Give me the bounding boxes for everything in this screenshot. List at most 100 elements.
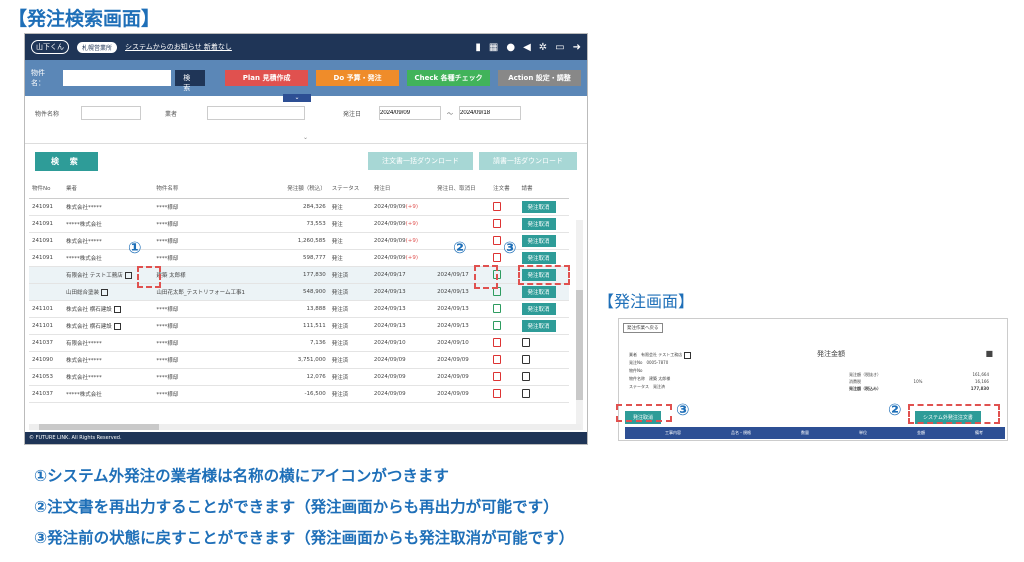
cell-date2: 2024/09/09 <box>434 351 491 369</box>
property-name-input[interactable] <box>81 106 141 120</box>
table-row[interactable]: 241091 *****株式会社 ****様邸 73,553 発注 2024/09/09(… <box>29 215 569 233</box>
plan-tab[interactable]: Plan 見積作成 <box>225 70 309 86</box>
logout-icon[interactable]: ➜ <box>573 42 581 53</box>
pdf-icon[interactable] <box>493 388 502 398</box>
download-requests-button[interactable]: 請書一括ダウンロード <box>479 152 577 170</box>
cancel-order-button[interactable]: 発注取消 <box>521 252 556 264</box>
megaphone-icon[interactable]: ◀ <box>523 42 531 53</box>
app-logo[interactable]: 山下くん <box>31 40 69 54</box>
table-row[interactable]: 241101 株式会社 横石建設 ****様邸 111,511 発注済 2024/09/1… <box>29 317 569 335</box>
external-vendor-icon <box>113 323 121 330</box>
chat-icon[interactable]: ● <box>506 42 515 53</box>
calendar-icon[interactable]: ▦ <box>489 42 498 53</box>
cancel-order-button[interactable]: 発注取消 <box>521 303 556 315</box>
search-button[interactable]: 検 索 <box>35 151 98 171</box>
table-row[interactable]: 241037 *****株式会社 ****様邸 -16,500 発注済 2024/09/0… <box>29 385 569 403</box>
cell-date2-text: 2024/09/17 <box>437 272 469 278</box>
folder-icon[interactable]: ▭ <box>555 42 564 53</box>
pdf-icon[interactable] <box>493 201 502 211</box>
check-tab[interactable]: Check 各種チェック <box>407 70 491 86</box>
user-badge[interactable]: 札幌営業所 <box>77 41 118 53</box>
pdf-icon[interactable] <box>493 252 502 262</box>
cell-no-text: 241101 <box>32 306 53 312</box>
property-search-input[interactable] <box>62 70 172 86</box>
cancel-order-button[interactable]: 発注取消 <box>521 235 556 247</box>
cell-amount: 73,553 <box>272 215 329 233</box>
date-from-input[interactable] <box>379 106 441 120</box>
vendor-input[interactable] <box>207 106 305 120</box>
cell-status-text: 発注 <box>331 239 343 245</box>
hscroll-thumb[interactable] <box>39 424 159 430</box>
cell-amount-text: 13,888 <box>306 306 326 312</box>
back-button[interactable]: 発注作業へ戻る <box>623 323 663 333</box>
cell-date2: 2024/09/13 <box>434 317 491 335</box>
cell-amount: 1,260,585 <box>272 232 329 250</box>
cell-no-text: 241091 <box>32 255 53 261</box>
cell-no-text: 241091 <box>32 238 53 244</box>
cell-vendor-text: 株式会社***** <box>66 358 102 364</box>
pdf-icon[interactable] <box>493 320 502 330</box>
request-doc-icon[interactable] <box>521 354 530 364</box>
cell-no: 241053 <box>29 368 64 386</box>
cell-no-text: 241101 <box>32 323 53 329</box>
marker-2-mini: ② <box>888 400 902 419</box>
cell-vendor: 株式会社***** <box>63 198 154 216</box>
gear-icon[interactable]: ✲ <box>539 42 547 53</box>
chevron-down-icon[interactable]: ⌄ <box>303 134 308 141</box>
amount-ex-value: 161,664 <box>972 372 989 377</box>
action-tab[interactable]: Action 設定・調整 <box>498 70 581 86</box>
cell-amount-text: 1,260,585 <box>297 238 326 244</box>
print-icon[interactable]: ■ <box>985 349 993 358</box>
vertical-scrollbar[interactable] <box>576 220 583 430</box>
cell-amount: 12,076 <box>272 368 329 386</box>
table-row[interactable]: 241037 有限会社***** ****様邸 7,136 発注済 2024/09/10 2… <box>29 334 569 352</box>
cancel-order-button[interactable]: 発注取消 <box>521 286 556 298</box>
cell-date: 2024/09/09(+9) <box>370 232 435 250</box>
cancel-order-button[interactable]: 発注取消 <box>521 201 556 213</box>
pdf-icon[interactable] <box>493 354 502 364</box>
cell-amount-text: 111,511 <box>302 323 326 329</box>
table-header: 物件No 業者 物件名称 発注額（税込） ステータス 発注日 発注日、取消日 注… <box>29 178 569 199</box>
highlight-cancel <box>518 265 570 285</box>
cell-vendor-text: *****株式会社 <box>66 256 102 262</box>
building-icon[interactable]: ▮ <box>475 42 481 53</box>
pdf-icon[interactable] <box>493 371 502 381</box>
table-row[interactable]: 241090 株式会社***** ****様邸 3,751,000 発注済 2024/09… <box>29 351 569 369</box>
cell-status-text: 発注済 <box>331 307 349 313</box>
request-doc-icon[interactable] <box>521 388 530 398</box>
cell-amount-text: 548,900 <box>302 289 326 295</box>
table-row[interactable]: 241091 株式会社***** ****様邸 1,260,585 発注 2024/09/… <box>29 232 569 250</box>
tax-value: 16,166 <box>974 379 989 384</box>
external-vendor-icon <box>684 351 692 359</box>
pdf-icon[interactable] <box>493 337 502 347</box>
order-date: 2024/09/09 <box>373 357 406 363</box>
date-to-input[interactable] <box>459 106 522 120</box>
download-orders-button[interactable]: 注文書一括ダウンロード <box>368 152 473 170</box>
cell-request <box>518 385 569 403</box>
pdf-icon[interactable] <box>493 235 502 245</box>
pdf-icon[interactable] <box>493 303 502 313</box>
cell-date2 <box>434 215 491 233</box>
request-doc-icon[interactable] <box>521 371 530 381</box>
pdf-icon[interactable] <box>493 218 502 228</box>
table-row[interactable]: 241053 株式会社***** ****様邸 12,076 発注済 2024/09/09… <box>29 368 569 386</box>
cell-name: ****様邸 <box>153 334 273 352</box>
top-search-button[interactable]: 検索 <box>175 70 206 92</box>
date-range-tilde: 〜 <box>447 110 454 118</box>
cancel-order-button[interactable]: 発注取消 <box>521 218 556 230</box>
table-row[interactable]: 241091 株式会社***** ****様邸 284,326 発注 2024/09/09… <box>29 198 569 216</box>
cell-date: 2024/09/17 <box>370 266 435 284</box>
property-name-label: 物件名称 <box>35 110 60 118</box>
col-header: 工事内容 <box>665 430 681 435</box>
table-row[interactable]: 241091 *****株式会社 ****様邸 598,777 発注 2024/09/09… <box>29 249 569 267</box>
cancel-order-button[interactable]: 発注取消 <box>521 320 556 332</box>
col-header: ステータス <box>328 178 371 199</box>
request-doc-icon[interactable] <box>521 337 530 347</box>
scroll-thumb[interactable] <box>576 290 583 400</box>
table-row[interactable]: 241101 株式会社 横石建設 ****様邸 13,888 発注済 2024/09/13… <box>29 300 569 318</box>
cell-no: 241091 <box>29 249 64 267</box>
notice-link[interactable]: システムからのお知らせ 新着なし <box>125 42 232 52</box>
do-tab[interactable]: Do 予算・発注 <box>316 70 400 86</box>
order-amount-title: 発注金額 <box>817 350 845 358</box>
horizontal-scrollbar[interactable] <box>29 424 581 430</box>
